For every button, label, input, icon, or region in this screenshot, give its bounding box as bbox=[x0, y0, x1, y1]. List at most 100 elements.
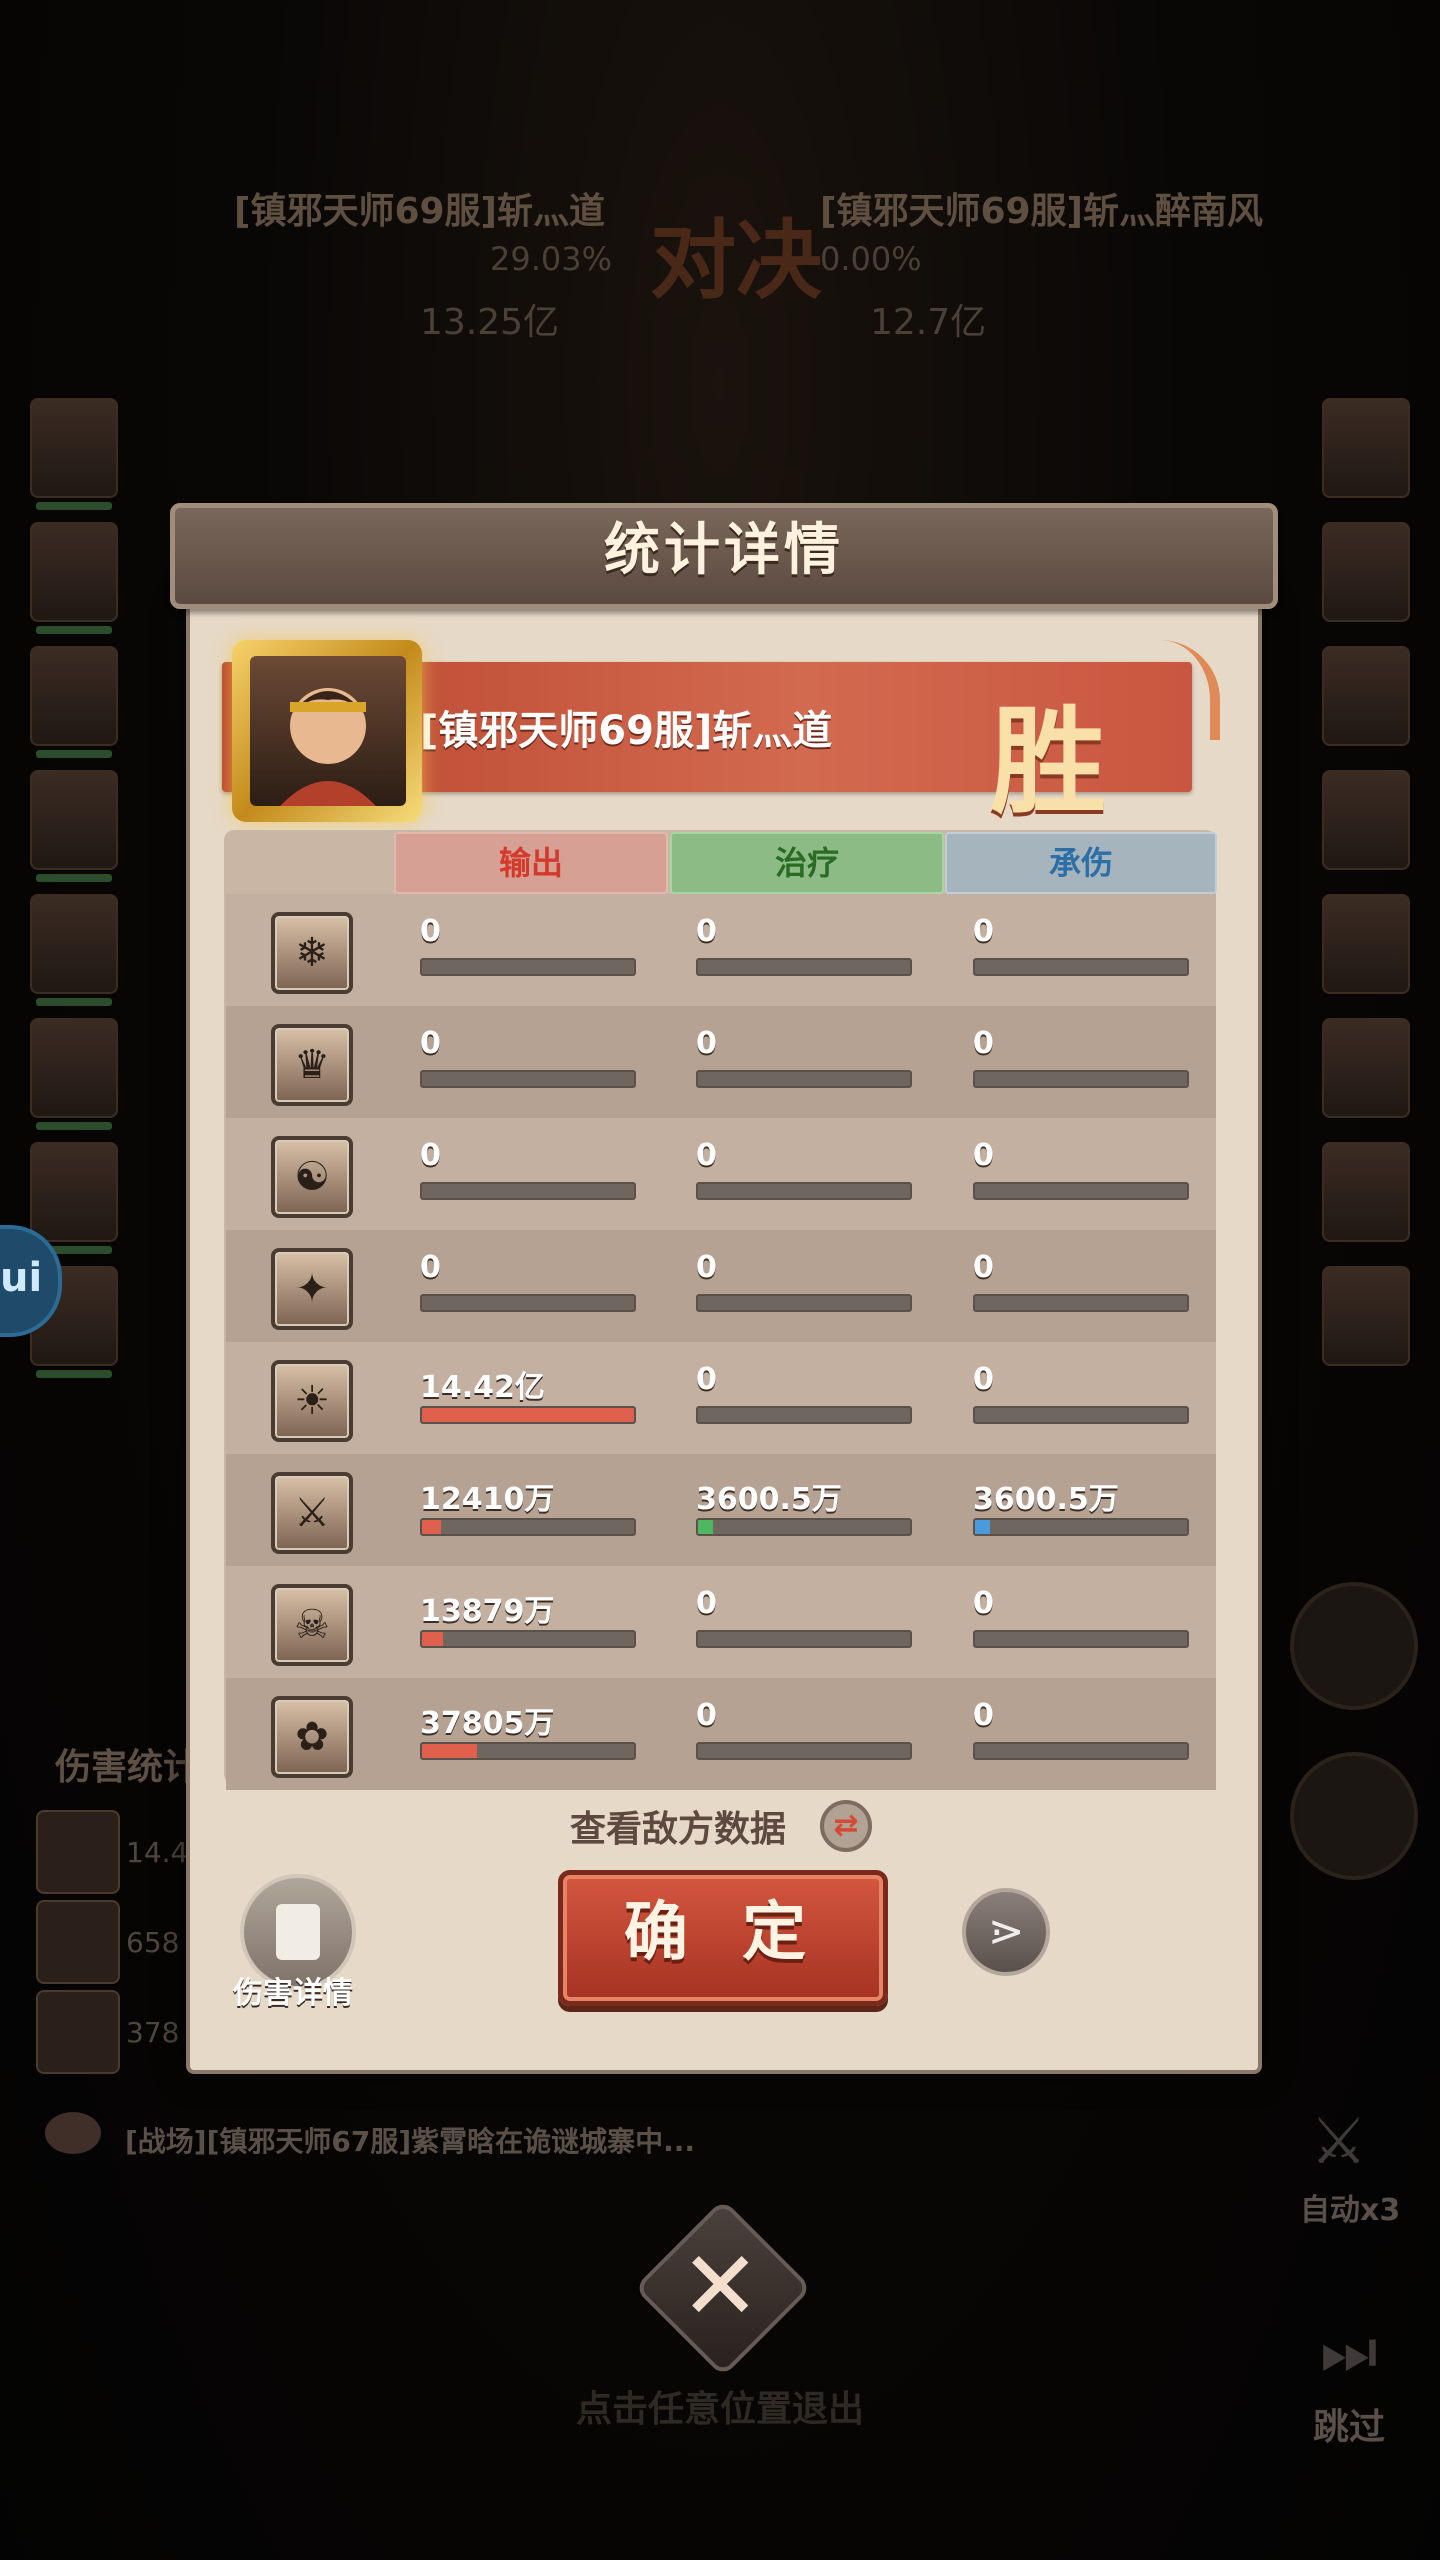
left-player-power: 13.25亿 bbox=[420, 302, 560, 343]
hero-portrait-glyph: ⚔ bbox=[294, 1490, 330, 1536]
stats-row: ☯ 0 0 0 bbox=[226, 1118, 1216, 1230]
chat-message[interactable]: [战场][镇邪天师67服]紫霄晗在诡谜城寨中... bbox=[125, 2120, 695, 2160]
heal-bar bbox=[696, 1294, 912, 1312]
hero-portrait-glyph: ☠ bbox=[294, 1602, 330, 1648]
tank-value: 0 bbox=[973, 1586, 994, 1621]
monkey-king-hero-icon[interactable]: ☀ bbox=[271, 1360, 353, 1442]
stats-row: ⚔ 12410万 3600.5万 3600.5万 bbox=[226, 1454, 1216, 1566]
skill-button bbox=[1290, 1752, 1418, 1880]
player-name: [镇邪天师69服]斩灬道 bbox=[420, 708, 833, 754]
tank-value: 0 bbox=[973, 1026, 994, 1061]
left-team-portrait bbox=[30, 522, 118, 634]
modal-title: 统计详情 bbox=[604, 518, 844, 583]
output-bar-fill bbox=[422, 1632, 444, 1646]
output-bar bbox=[420, 1630, 636, 1648]
header-tank: 承伤 bbox=[945, 832, 1217, 894]
heal-bar bbox=[696, 1070, 912, 1088]
auto-battle-button[interactable]: 自动x3 bbox=[1300, 2185, 1400, 2229]
stats-row: ✦ 0 0 0 bbox=[226, 1230, 1216, 1342]
tank-value: 0 bbox=[973, 1250, 994, 1285]
share-button[interactable]: ⋗ bbox=[962, 1888, 1050, 1976]
output-bar bbox=[420, 1406, 636, 1424]
heal-value: 0 bbox=[696, 1586, 717, 1621]
right-team-portrait bbox=[1322, 398, 1410, 498]
victory-label: 胜 bbox=[990, 694, 1106, 830]
panda-hero-icon[interactable]: ☯ bbox=[271, 1136, 353, 1218]
tank-bar bbox=[973, 1182, 1189, 1200]
left-team-portrait bbox=[30, 646, 118, 758]
hero-portrait-glyph: ❄ bbox=[295, 930, 329, 976]
output-bar bbox=[420, 1294, 636, 1312]
left-team-portrait bbox=[30, 770, 118, 882]
heal-value: 0 bbox=[696, 1698, 717, 1733]
damage-detail-label[interactable]: 伤害详情 bbox=[233, 1968, 353, 2012]
duck-hero-icon[interactable]: ✦ bbox=[271, 1248, 353, 1330]
output-bar bbox=[420, 1742, 636, 1760]
header-output: 输出 bbox=[394, 832, 668, 894]
skill-button bbox=[1290, 1582, 1418, 1710]
damage-stats-title: 伤害统计 bbox=[55, 1747, 200, 1788]
output-bar bbox=[420, 1182, 636, 1200]
damage-stats-portrait bbox=[36, 1900, 120, 1984]
tank-value: 3600.5万 bbox=[973, 1482, 1119, 1517]
close-icon[interactable]: ✕ bbox=[680, 2230, 760, 2342]
heal-bar-fill bbox=[698, 1520, 713, 1534]
heal-value: 0 bbox=[696, 1250, 717, 1285]
output-bar-fill bbox=[422, 1408, 634, 1422]
demon-warrior-hero-icon[interactable]: ☠ bbox=[271, 1584, 353, 1666]
tank-bar bbox=[973, 1294, 1189, 1312]
tank-bar bbox=[973, 1630, 1189, 1648]
stats-row: ❄ 0 0 0 bbox=[226, 894, 1216, 1006]
swap-icon[interactable]: ⇄ bbox=[820, 1800, 872, 1852]
golden-dragon-hero-icon[interactable]: ♛ bbox=[271, 1024, 353, 1106]
hero-portrait-glyph: ✦ bbox=[295, 1266, 329, 1312]
output-value: 12410万 bbox=[420, 1482, 555, 1517]
right-team-portrait bbox=[1322, 1018, 1410, 1118]
tank-bar bbox=[973, 958, 1189, 976]
right-player-percent: 0.00% bbox=[820, 240, 922, 278]
heal-value: 0 bbox=[696, 1026, 717, 1061]
left-team-portrait bbox=[30, 894, 118, 1006]
chat-icon[interactable] bbox=[45, 2112, 101, 2154]
view-enemy-data-link[interactable]: 查看敌方数据 bbox=[570, 1800, 786, 1852]
tank-value: 0 bbox=[973, 1362, 994, 1397]
scroll-icon bbox=[276, 1904, 320, 1960]
stats-row: ✿ 37805万 0 0 bbox=[226, 1678, 1216, 1790]
heal-value: 0 bbox=[696, 1138, 717, 1173]
hero-portrait-glyph: ♛ bbox=[294, 1042, 330, 1088]
output-value: 0 bbox=[420, 1026, 441, 1061]
right-team-portrait bbox=[1322, 1142, 1410, 1242]
heal-bar bbox=[696, 958, 912, 976]
output-bar bbox=[420, 958, 636, 976]
damage-stats-value: 658 bbox=[126, 1926, 180, 1959]
stats-row: ♛ 0 0 0 bbox=[226, 1006, 1216, 1118]
heal-bar bbox=[696, 1742, 912, 1760]
heal-bar bbox=[696, 1406, 912, 1424]
tank-bar-fill bbox=[975, 1520, 990, 1534]
tank-value: 0 bbox=[973, 1698, 994, 1733]
heal-bar bbox=[696, 1182, 912, 1200]
output-bar-fill bbox=[422, 1744, 478, 1758]
heal-value: 3600.5万 bbox=[696, 1482, 842, 1517]
output-value: 37805万 bbox=[420, 1706, 555, 1741]
heal-bar bbox=[696, 1630, 912, 1648]
left-team-portrait bbox=[30, 398, 118, 510]
right-team-portrait bbox=[1322, 646, 1410, 746]
skip-icon: ⏭ bbox=[1320, 2315, 1378, 2389]
tank-bar bbox=[973, 1070, 1189, 1088]
right-team-portrait bbox=[1322, 770, 1410, 870]
damage-stats-portrait bbox=[36, 1810, 120, 1894]
stats-row: ☠ 13879万 0 0 bbox=[226, 1566, 1216, 1678]
sorceress-hero-icon[interactable]: ✿ bbox=[271, 1696, 353, 1778]
ice-dragon-hero-icon[interactable]: ❄ bbox=[271, 912, 353, 994]
right-team-portrait bbox=[1322, 1266, 1410, 1366]
damage-stats-value: 14.4 bbox=[126, 1836, 189, 1869]
left-player-name: [镇邪天师69服]斩灬道 bbox=[234, 191, 606, 232]
hero-portrait-glyph: ✿ bbox=[295, 1714, 329, 1760]
output-bar bbox=[420, 1070, 636, 1088]
swordsman-hero-icon[interactable]: ⚔ bbox=[271, 1472, 353, 1554]
confirm-button-label[interactable]: 确 定 bbox=[558, 1870, 888, 1996]
heal-bar bbox=[696, 1518, 912, 1536]
vs-emblem: 对决 bbox=[650, 211, 822, 311]
leader-avatar bbox=[250, 656, 406, 806]
